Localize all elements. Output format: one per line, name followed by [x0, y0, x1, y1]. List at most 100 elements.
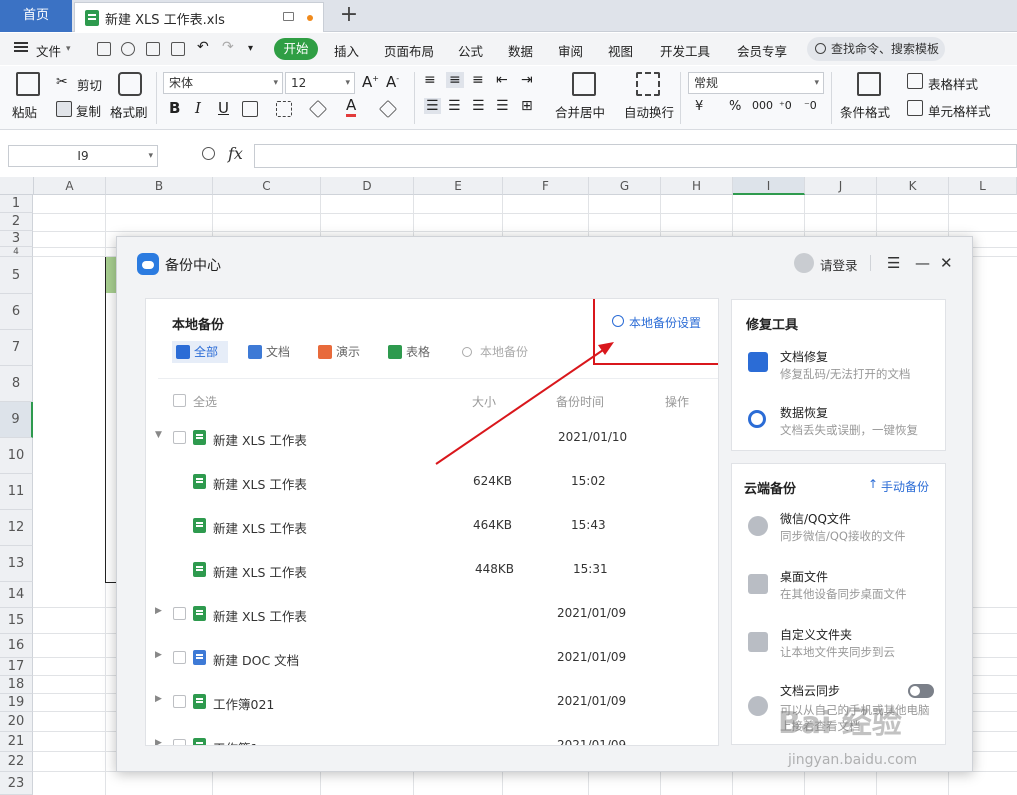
hamburger-icon[interactable]: [14, 42, 28, 52]
expand-icon[interactable]: ▶: [155, 738, 162, 745]
row-header[interactable]: 14: [0, 582, 33, 608]
data-recovery-link[interactable]: 数据恢复: [780, 404, 828, 421]
row-checkbox[interactable]: [173, 651, 186, 664]
menu-page-layout[interactable]: 页面布局: [384, 41, 434, 60]
align-middle-icon[interactable]: ≡: [446, 72, 464, 88]
column-header[interactable]: E: [414, 177, 503, 195]
row-header[interactable]: 22: [0, 752, 33, 772]
avatar[interactable]: [794, 253, 814, 273]
row-header[interactable]: 9: [0, 402, 33, 438]
border-icon[interactable]: [242, 101, 258, 117]
row-header[interactable]: 16: [0, 634, 33, 658]
manual-backup-button[interactable]: 手动备份: [868, 477, 929, 495]
cloud-sync-toggle[interactable]: [908, 684, 934, 698]
underline-icon[interactable]: U: [218, 99, 229, 117]
menu-review[interactable]: 审阅: [558, 41, 583, 60]
increase-decimal-icon[interactable]: ⁺0: [779, 99, 792, 112]
row-header[interactable]: 4: [0, 247, 33, 257]
filter-docs[interactable]: 文档: [244, 341, 290, 363]
local-search-input[interactable]: 本地备份: [458, 341, 528, 363]
home-tab[interactable]: 首页: [0, 0, 72, 32]
fill-color-icon[interactable]: [308, 99, 328, 119]
percent-icon[interactable]: %: [729, 99, 741, 114]
menu-formulas[interactable]: 公式: [458, 41, 483, 60]
table-row[interactable]: 新建 XLS 工作表 464KB 15:43: [146, 504, 701, 548]
row-header[interactable]: 20: [0, 712, 33, 732]
row-header[interactable]: 10: [0, 438, 33, 474]
format-painter-icon[interactable]: [118, 72, 142, 96]
column-header[interactable]: I: [733, 177, 805, 195]
indent-decrease-icon[interactable]: ⇤: [496, 72, 508, 88]
font-family-select[interactable]: 宋体: [163, 72, 283, 94]
table-style-button[interactable]: 表格样式: [928, 74, 978, 93]
paste-icon[interactable]: [16, 72, 40, 96]
table-row[interactable]: 新建 XLS 工作表 448KB 15:31: [146, 548, 701, 592]
column-header[interactable]: C: [213, 177, 321, 195]
local-backup-settings-link[interactable]: 本地备份设置: [612, 314, 701, 331]
collapse-icon[interactable]: ▼: [155, 430, 162, 440]
menu-member[interactable]: 会员专享: [737, 41, 787, 60]
login-link[interactable]: 请登录: [820, 255, 858, 274]
font-size-select[interactable]: 12: [285, 72, 355, 94]
scissors-icon[interactable]: ✂: [56, 74, 68, 90]
quick-access-more-icon[interactable]: ▾: [248, 43, 253, 54]
row-checkbox[interactable]: [173, 695, 186, 708]
table-row[interactable]: ▶ 新建 DOC 文档 2021/01/09: [146, 636, 701, 680]
command-search[interactable]: 查找命令、搜索模板: [807, 37, 945, 61]
window-mode-icon[interactable]: [283, 12, 294, 21]
clear-format-icon[interactable]: [378, 99, 398, 119]
column-header[interactable]: H: [661, 177, 733, 195]
table-row[interactable]: ▶ 新建 XLS 工作表 2021/01/09: [146, 592, 701, 636]
row-header[interactable]: 19: [0, 694, 33, 712]
row-header[interactable]: 15: [0, 608, 33, 634]
menu-view[interactable]: 视图: [608, 41, 633, 60]
decrease-decimal-icon[interactable]: ⁻0: [804, 99, 817, 112]
row-checkbox[interactable]: [173, 607, 186, 620]
cell-style-button[interactable]: 单元格样式: [928, 101, 991, 120]
expand-icon[interactable]: ▶: [155, 650, 162, 660]
cell-style-icon[interactable]: [907, 100, 923, 116]
decrease-font-icon[interactable]: A-: [386, 73, 399, 91]
align-top-icon[interactable]: ≡: [424, 72, 436, 88]
align-left-icon[interactable]: ☰: [424, 98, 441, 114]
select-all-checkbox[interactable]: [173, 394, 186, 407]
menu-file[interactable]: 文件: [36, 41, 61, 60]
increase-font-icon[interactable]: A+: [362, 73, 379, 91]
print-icon[interactable]: [146, 42, 160, 56]
column-header[interactable]: F: [503, 177, 589, 195]
row-checkbox[interactable]: [173, 739, 186, 745]
table-row[interactable]: ▶ 工作簿1 2021/01/09: [146, 724, 701, 745]
function-icon[interactable]: fx: [228, 144, 243, 163]
justify-icon[interactable]: ☰: [496, 98, 509, 114]
row-header[interactable]: 23: [0, 772, 33, 795]
expand-icon[interactable]: ▶: [155, 606, 162, 616]
column-header[interactable]: B: [106, 177, 213, 195]
menu-icon[interactable]: ☰: [887, 254, 900, 272]
row-checkbox[interactable]: [173, 431, 186, 444]
row-header[interactable]: 1: [0, 195, 33, 213]
align-right-icon[interactable]: ☰: [472, 98, 485, 114]
new-tab-button[interactable]: +: [338, 4, 360, 26]
row-header[interactable]: 6: [0, 294, 33, 330]
filter-slides[interactable]: 演示: [314, 341, 360, 363]
name-box[interactable]: I9: [8, 145, 158, 167]
font-color-icon[interactable]: A: [346, 97, 357, 117]
column-header[interactable]: L: [949, 177, 1017, 195]
row-header[interactable]: 17: [0, 658, 33, 676]
merge-center-button[interactable]: 合并居中: [555, 102, 605, 121]
align-center-icon[interactable]: ☰: [448, 98, 461, 114]
column-header[interactable]: G: [589, 177, 661, 195]
desktop-files-link[interactable]: 桌面文件: [780, 568, 828, 585]
column-header[interactable]: J: [805, 177, 877, 195]
currency-icon[interactable]: ¥: [695, 99, 703, 114]
distribute-icon[interactable]: ⊞: [521, 98, 533, 114]
number-format-select[interactable]: 常规: [688, 72, 824, 94]
chevron-down-icon[interactable]: ▾: [66, 44, 71, 54]
zoom-search-icon[interactable]: [202, 147, 215, 160]
filter-all[interactable]: 全部: [172, 341, 228, 363]
redo-icon[interactable]: ↷: [222, 39, 234, 55]
menu-data[interactable]: 数据: [508, 41, 533, 60]
cut-button[interactable]: 剪切: [77, 75, 102, 94]
document-tab[interactable]: 新建 XLS 工作表.xls: [74, 2, 324, 32]
conditional-format-button[interactable]: 条件格式: [840, 102, 890, 121]
